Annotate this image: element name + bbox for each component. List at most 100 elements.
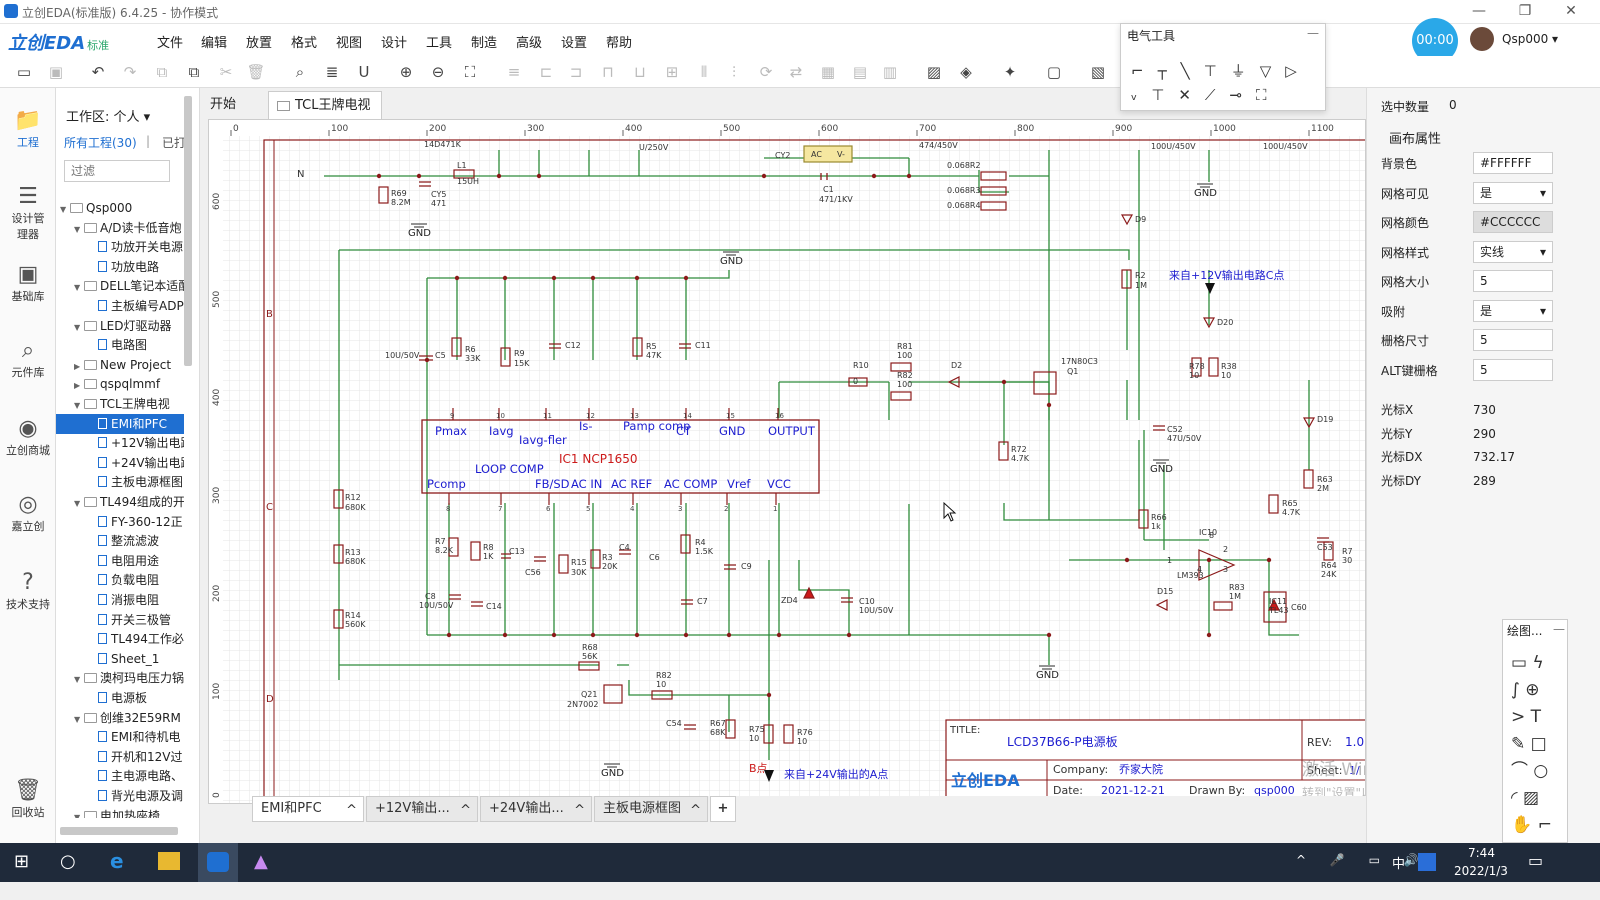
tree-item[interactable]: 电阻用途 [56, 551, 184, 571]
distribute-h-icon[interactable]: ⫴ [694, 62, 714, 82]
tab-tcl[interactable]: TCL王牌电视 [268, 91, 382, 119]
tree-item[interactable]: ▼ 澳柯玛电压力锅 [56, 668, 184, 688]
rail-design-manager[interactable]: ☰ 设计管理器 [0, 184, 56, 242]
tree-item[interactable]: 消振电阻 [56, 590, 184, 610]
expand-toggle-icon[interactable]: ▶ [74, 376, 84, 394]
menu-place[interactable]: 放置 [246, 32, 272, 51]
hand-icon[interactable]: ✋ [1511, 815, 1532, 835]
circle-icon[interactable]: ○ [1533, 761, 1548, 781]
schematic-svg[interactable]: 0 100 200 300 400 500 600 700 800 900 1000 11006005… [209, 120, 1366, 804]
expand-toggle-icon[interactable]: ▼ [74, 278, 84, 296]
flip-icon[interactable]: ⇄ [786, 62, 806, 82]
delete-icon[interactable]: 🗑 [246, 62, 266, 82]
menu-file[interactable]: 文件 [157, 32, 183, 51]
expand-toggle-icon[interactable]: ▼ [74, 670, 84, 688]
close-button[interactable]: ✕ [1548, 0, 1594, 24]
property-select[interactable]: 是 ▾ [1473, 181, 1553, 204]
rail-recycle[interactable]: 🗑 回收站 [0, 778, 56, 820]
property-input[interactable]: #CCCCCC [1473, 211, 1553, 233]
gnd-icon[interactable]: ⏚ [1231, 62, 1260, 80]
expand-toggle-icon[interactable]: ▼ [74, 220, 84, 238]
chevron-up-icon[interactable]: ^ [346, 799, 357, 823]
notification-icon[interactable]: ▭ [1528, 851, 1543, 870]
minimize-button[interactable]: — [1456, 0, 1502, 24]
flag-icon[interactable]: ▷ [1285, 62, 1311, 80]
expand-toggle-icon[interactable]: ▶ [74, 357, 84, 375]
redo-icon[interactable]: ↷ [120, 62, 140, 82]
schematic-canvas[interactable]: 0 100 200 300 400 500 600 700 800 900 1000 1100 600 5… [208, 119, 1366, 804]
taskbar-time[interactable]: 7:44 [1468, 846, 1495, 860]
filter-input[interactable] [64, 160, 170, 182]
menu-edit[interactable]: 编辑 [201, 32, 227, 51]
pin-icon[interactable]: ⊸ [1229, 86, 1256, 104]
rail-jlc[interactable]: ◎ 嘉立创 [0, 492, 56, 534]
align-left-icon[interactable]: ⊏ [536, 62, 556, 82]
tree-item[interactable]: 整流滤波 [56, 531, 184, 551]
avatar[interactable] [1470, 27, 1494, 51]
menu-design[interactable]: 设计 [381, 32, 407, 51]
tree-item[interactable]: ▼ TL494组成的开 [56, 492, 184, 512]
align-top-icon[interactable]: ⊓ [598, 62, 618, 82]
workspace-select[interactable]: 工作区: 个人 ▾ [66, 106, 150, 125]
line-icon[interactable]: ╲ [1181, 62, 1204, 80]
wire-icon[interactable]: ⌐ [1131, 62, 1158, 80]
tab-start[interactable]: 开始 [200, 91, 246, 119]
menu-manufacture[interactable]: 制造 [471, 32, 497, 51]
tray-icons[interactable]: ^ 🎤 ▭ 🔊 [1296, 853, 1429, 867]
add-sheet-button[interactable]: + [710, 796, 736, 822]
chevron-up-icon[interactable]: ^ [460, 799, 471, 823]
ime-icon[interactable] [1418, 853, 1436, 871]
tree-item[interactable]: TL494工作必 [56, 629, 184, 649]
rect-select-icon[interactable]: ⛶ [1256, 86, 1281, 104]
tree-item[interactable]: 电路图 [56, 335, 184, 355]
user-menu[interactable]: Qsp000 ▾ [1502, 32, 1558, 46]
noconnect-icon[interactable]: ✕ [1178, 86, 1205, 104]
polyline-icon[interactable]: > [1511, 707, 1525, 727]
rotate-icon[interactable]: ⟳ [756, 62, 776, 82]
tree-item[interactable]: 功放开关电源 [56, 237, 184, 257]
tree-item[interactable]: ▼ DELL笔记本适配 [56, 276, 184, 296]
fit-icon[interactable]: ⛶ [460, 62, 480, 82]
rail-project[interactable]: 📁 工程 [0, 108, 56, 150]
bezier-icon[interactable]: ∫ [1511, 680, 1520, 700]
explorer-icon[interactable] [158, 852, 180, 870]
property-input[interactable]: 5 [1473, 329, 1553, 351]
distribute-v-icon[interactable]: ⫶ [724, 62, 744, 82]
tree-item[interactable]: 电源板 [56, 688, 184, 708]
chevron-up-icon[interactable]: ^ [574, 799, 585, 823]
tree-item[interactable]: 背光电源及调 [56, 786, 184, 806]
tree-item[interactable]: ▼ A/D读卡低音炮 [56, 218, 184, 238]
property-select[interactable]: 实线 ▾ [1473, 240, 1553, 263]
image-icon[interactable]: ▭ [1511, 653, 1527, 673]
pen-icon[interactable]: ✎ [1511, 734, 1525, 754]
text-icon[interactable]: T [1531, 707, 1541, 727]
tree-item[interactable]: ▼ Qsp000 [56, 198, 184, 218]
rectangle-icon[interactable]: □ [1531, 734, 1547, 754]
bom-icon[interactable]: ▢ [1044, 62, 1064, 82]
rail-basic-library[interactable]: ▣ 基础库 [0, 262, 56, 304]
property-select[interactable]: 是 ▾ [1473, 299, 1553, 322]
ime-indicator[interactable]: 中 [1392, 853, 1405, 872]
draw-collapse-button[interactable]: — [1553, 622, 1565, 636]
align-center-icon[interactable]: ⊞ [662, 62, 682, 82]
netport-icon[interactable]: ▽ [1260, 62, 1286, 80]
taskbar-date[interactable]: 2022/1/3 [1454, 864, 1508, 878]
layers-icon[interactable]: ◈ [956, 62, 976, 82]
find-replace-icon[interactable]: ≣ [322, 62, 342, 82]
expand-toggle-icon[interactable]: ▼ [74, 494, 84, 512]
pin-icon[interactable]: ✦ [1000, 62, 1020, 82]
arc-icon[interactable]: ◜ [1511, 788, 1518, 808]
tree-item[interactable]: 主板电源框图 [56, 472, 184, 492]
collapse-button[interactable]: — [1307, 26, 1319, 40]
net-icon[interactable]: U [354, 62, 374, 82]
menu-advanced[interactable]: 高级 [516, 32, 542, 51]
expand-toggle-icon[interactable]: ▼ [74, 808, 84, 818]
5v-icon[interactable]: ⊤ [1151, 86, 1178, 104]
netlabel-icon[interactable]: ⊤ [1204, 62, 1231, 80]
tree-item[interactable]: EMI和待机电 [56, 727, 184, 747]
undo-icon[interactable]: ↶ [88, 62, 108, 82]
open-icon[interactable]: ▭ [14, 62, 34, 82]
expand-toggle-icon[interactable]: ▼ [74, 396, 84, 414]
export-icon[interactable]: ▧ [1088, 62, 1108, 82]
tree-item[interactable]: 开机和12V过 [56, 747, 184, 767]
